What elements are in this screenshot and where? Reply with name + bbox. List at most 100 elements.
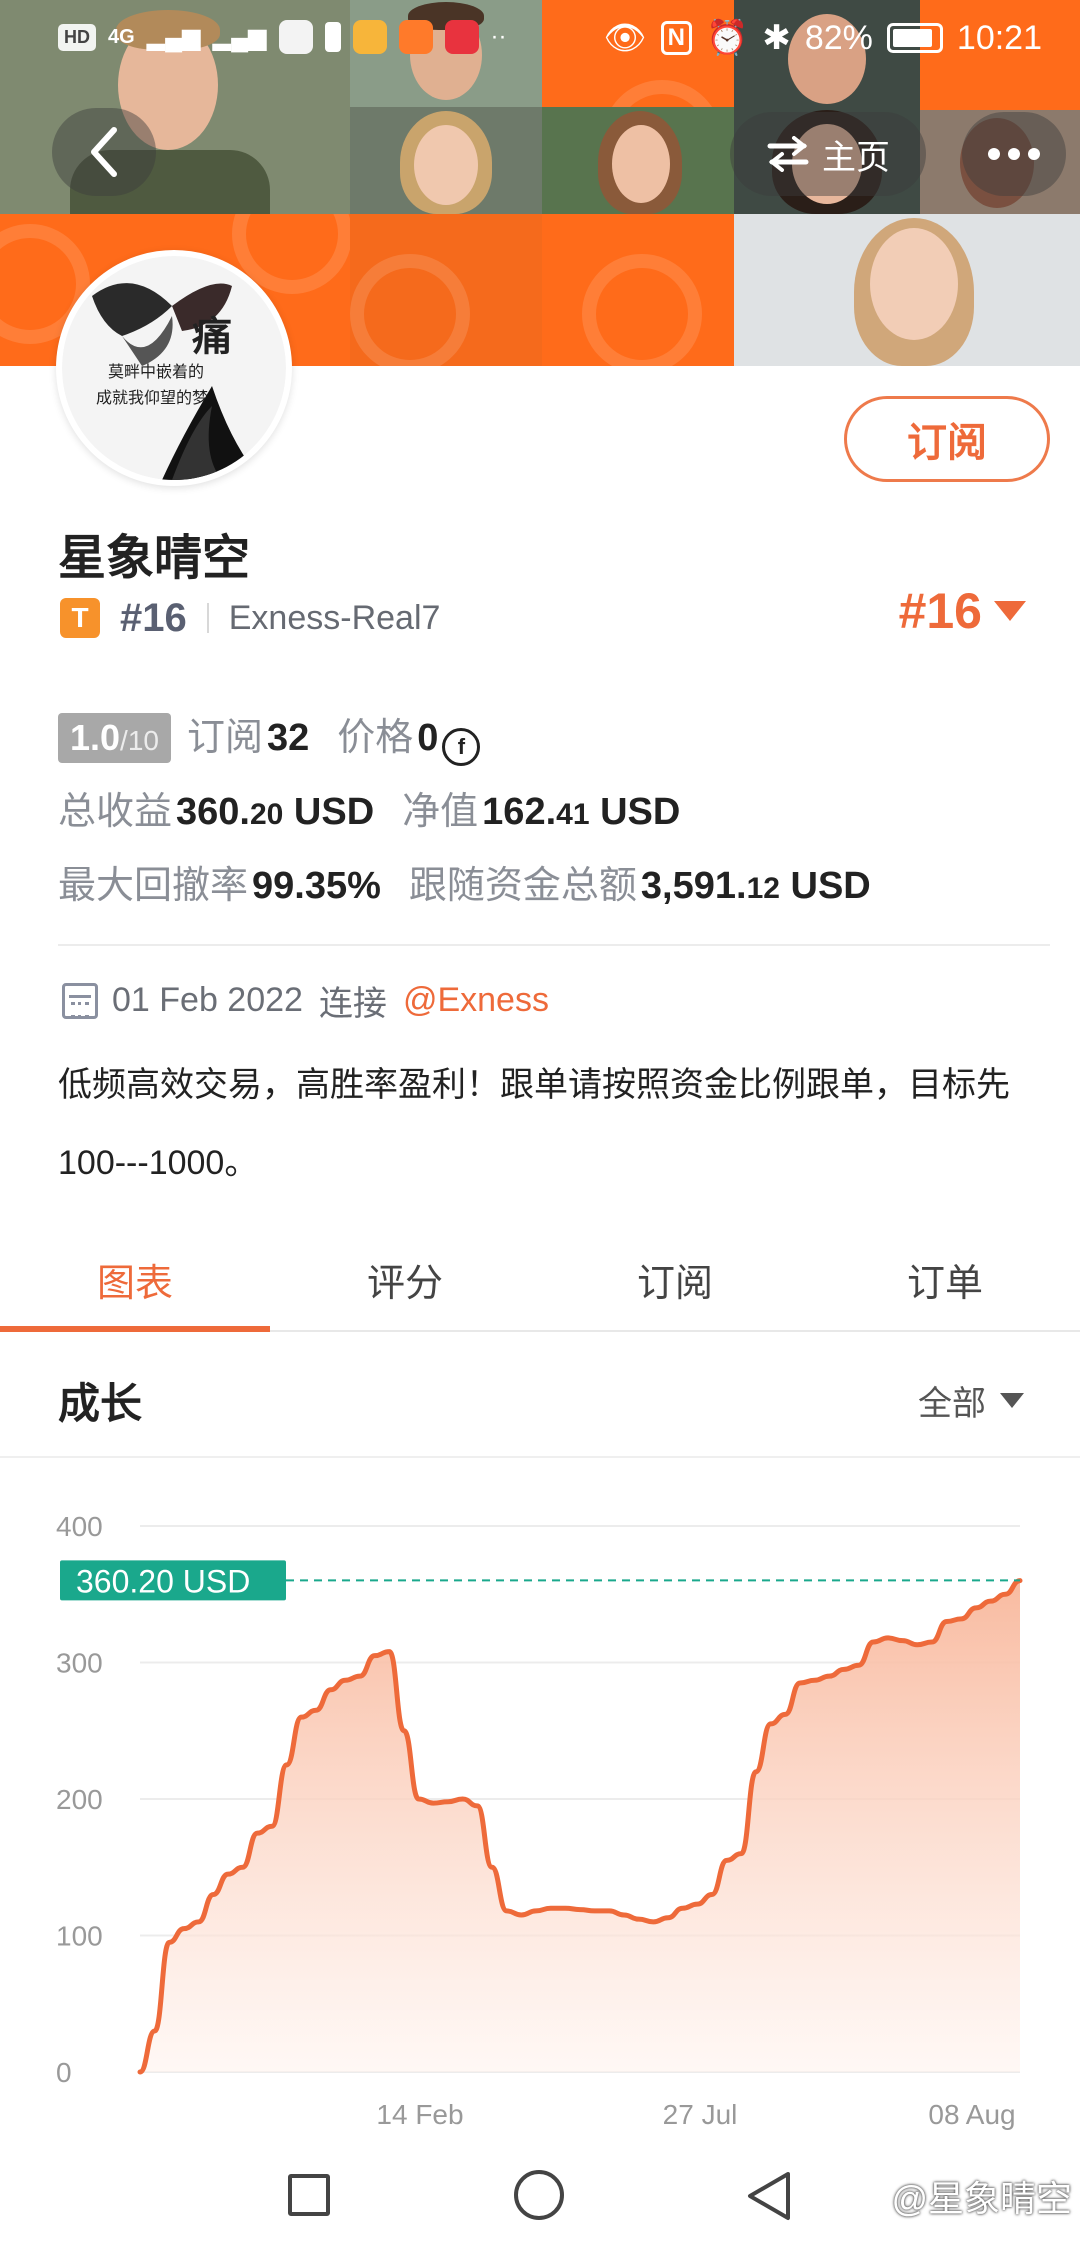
hd-indicator: HD xyxy=(58,23,96,51)
tab-rating[interactable]: 评分 xyxy=(270,1228,540,1330)
stats-panel: 1.0/10 订阅 32 价格 0 f 总收益 360.20 USD 净值 16… xyxy=(58,706,1028,928)
signal-icon: ▂▄▆ xyxy=(212,23,267,51)
tab-orders[interactable]: 订单 xyxy=(810,1228,1080,1330)
tab-chart[interactable]: 图表 xyxy=(0,1228,270,1332)
x-tick-label: 08 Aug xyxy=(928,2099,1015,2130)
back-arrow-icon xyxy=(91,127,117,177)
join-date: 01 Feb 2022 xyxy=(112,981,303,1019)
caret-down-icon xyxy=(1000,1393,1024,1408)
home-button[interactable]: 主页 xyxy=(730,112,926,196)
swap-icon xyxy=(767,136,809,172)
trader-badge-icon: T xyxy=(60,598,100,638)
score-max: /10 xyxy=(120,725,159,756)
watermark: @星象晴空 xyxy=(891,2178,1072,2219)
heart-app-icon xyxy=(444,20,479,54)
back-button[interactable] xyxy=(52,108,156,196)
dot-icon xyxy=(1008,148,1020,160)
profile-description: 低频高效交易，高胜率盈利！跟单请按照资金比例跟单，目标先100---1000。 xyxy=(58,1066,1010,1182)
y-tick-label: 100 xyxy=(56,1921,103,1952)
stat-line-profit: 总收益 360.20 USD 净值 162.41 USD xyxy=(58,780,1028,854)
section-title: 成长 xyxy=(58,1380,143,1427)
y-tick-label: 0 xyxy=(56,2057,72,2088)
stat-line-drawdown: 最大回撤率 99.35% 跟随资金总额 3,591.12 USD xyxy=(58,854,1028,928)
clock: 10:21 xyxy=(956,18,1042,57)
huawei-app-icon xyxy=(278,20,313,54)
y-tick-label: 200 xyxy=(56,1784,103,1815)
stat-line-score: 1.0/10 订阅 32 价格 0 f xyxy=(58,706,1028,780)
total-profit-label: 总收益 xyxy=(58,791,173,833)
y-tick-label: 400 xyxy=(56,1511,103,1542)
eye-icon: 👁 xyxy=(603,19,647,57)
banner-tile xyxy=(350,214,542,366)
profile-meta: T #16 Exness-Real7 xyxy=(60,592,440,644)
avatar-caption: 成就我仰望的梦 xyxy=(96,388,209,407)
alarm-icon: ⏰ xyxy=(706,19,749,57)
more-options-button[interactable] xyxy=(962,112,1066,196)
banner-photo xyxy=(542,107,734,214)
calendar-icon xyxy=(62,982,98,1019)
network-indicator: 4G xyxy=(108,25,135,48)
rank-big-label: #16 xyxy=(898,583,982,639)
profile-name: 星象晴空 xyxy=(58,532,251,585)
follow-funds-value: 3,591.12 USD xyxy=(640,865,871,907)
equity-value: 162.41 USD xyxy=(482,791,681,833)
video-app-icon xyxy=(398,20,433,54)
system-nav-bar: @星象晴空 xyxy=(0,2150,1080,2244)
max-drawdown-label: 最大回撤率 xyxy=(58,865,249,907)
avatar-image: 痛 莫畔中嵌着的 成就我仰望的梦 xyxy=(62,256,286,480)
broker-account: Exness-Real7 xyxy=(228,598,441,637)
subscribe-count-label: 订阅 xyxy=(186,717,263,759)
dot-icon xyxy=(1028,148,1040,160)
score-value: 1.0 xyxy=(70,717,121,758)
filter-label: 全部 xyxy=(918,1385,986,1423)
max-drawdown-value: 99.35% xyxy=(252,865,381,907)
banner-photo xyxy=(734,214,1080,366)
email-app-icon xyxy=(352,20,387,54)
back-nav-button[interactable] xyxy=(744,2168,794,2224)
follow-funds-label: 跟随资金总额 xyxy=(408,865,637,907)
avatar-caption: 痛 xyxy=(192,313,232,360)
bluetooth-icon: ✱ xyxy=(762,19,791,57)
price-label: 价格 xyxy=(337,717,414,759)
connect-label: 连接 xyxy=(318,985,387,1023)
banner-photo xyxy=(350,107,542,214)
signal-icon: ▂▄▆ xyxy=(146,23,201,51)
score-badge: 1.0/10 xyxy=(58,713,171,763)
battery-percent: 82% xyxy=(804,18,873,57)
dot-icon xyxy=(988,148,1000,160)
rank-dropdown[interactable]: #16 xyxy=(899,582,1026,640)
separator xyxy=(206,603,209,633)
period-filter[interactable]: 全部 xyxy=(918,1376,1024,1425)
equity-label: 净值 xyxy=(402,791,479,833)
avatar[interactable]: 痛 莫畔中嵌着的 成就我仰望的梦 xyxy=(56,250,292,486)
more-notifications-icon: ·· xyxy=(490,23,507,50)
home-nav-button[interactable] xyxy=(514,2170,564,2220)
growth-header: 成长 全部 xyxy=(0,1340,1080,1458)
nfc-icon: N xyxy=(660,21,692,55)
subscribe-button[interactable]: 订阅 xyxy=(844,396,1050,482)
banner-tile xyxy=(542,214,734,366)
rank-label: #16 xyxy=(120,595,187,640)
battery-saver-icon xyxy=(324,22,341,52)
y-tick-label: 300 xyxy=(56,1648,103,1679)
growth-chart: 0 100 200 300 400 14 Feb 27 Jul 08 Aug 360.20 … xyxy=(0,1470,1080,2150)
home-label: 主页 xyxy=(822,138,890,177)
caret-down-icon xyxy=(994,601,1026,621)
tab-bar: 图表 评分 订阅 订单 xyxy=(0,1228,1080,1332)
recent-apps-button[interactable] xyxy=(288,2174,330,2216)
tab-subscriptions[interactable]: 订阅 xyxy=(540,1228,810,1330)
x-tick-label: 27 Jul xyxy=(663,2099,738,2130)
join-info: 01 Feb 2022 连接 @Exness xyxy=(62,976,549,1025)
avatar-caption: 莫畔中嵌着的 xyxy=(108,362,205,381)
subscribe-count: 32 xyxy=(267,717,310,759)
price-value: 0 xyxy=(417,717,439,759)
current-value-label: 360.20 USD xyxy=(76,1563,250,1599)
divider xyxy=(58,944,1050,946)
status-bar: HD 4G ▂▄▆ ▂▄▆ ·· 👁 N ⏰ ✱ 82% 10:21 xyxy=(0,0,1080,80)
total-profit-value: 360.20 USD xyxy=(176,791,375,833)
growth-chart-svg: 0 100 200 300 400 14 Feb 27 Jul 08 Aug 360.20 … xyxy=(56,1511,1023,2130)
battery-icon xyxy=(886,23,943,53)
broker-link[interactable]: @Exness xyxy=(403,981,549,1020)
x-tick-label: 14 Feb xyxy=(376,2099,463,2130)
coin-icon: f xyxy=(442,728,481,766)
